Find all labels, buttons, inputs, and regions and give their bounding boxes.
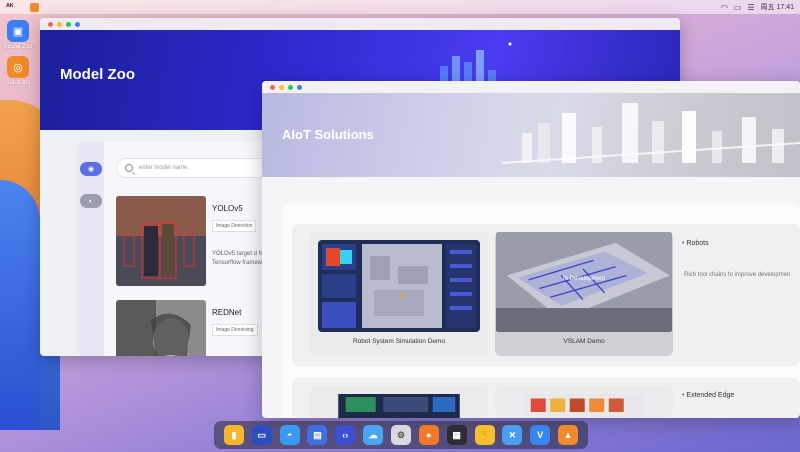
- solution-caption: VSLAM Demo: [563, 338, 605, 345]
- solution-group-description: Rich tool chains to improve developmen: [684, 272, 791, 278]
- close-button[interactable]: [48, 21, 53, 27]
- page-title: AIoT Solutions: [282, 127, 374, 142]
- desktop-icon-model-zoo[interactable]: ▣ Model Zoo: [4, 20, 32, 50]
- calculator-icon[interactable]: ▦: [446, 425, 467, 445]
- bulb-icon[interactable]: ●: [418, 425, 439, 445]
- solution-group-extended-edge: Extended Edge: [292, 378, 800, 418]
- aiot-solutions-window: AIoT Solutions Robot System Simulation D…: [262, 81, 800, 418]
- browser-icon[interactable]: ◓: [279, 425, 300, 445]
- edge-demo-thumbnail-1: [338, 394, 460, 418]
- model-zoo-icon: ▣: [7, 20, 29, 42]
- wifi-icon[interactable]: ◠: [721, 3, 728, 12]
- close-button[interactable]: [270, 84, 275, 90]
- solution-card-vslam[interactable]: In Development VSLAM Demo: [495, 232, 673, 356]
- page-title: Model Zoo: [60, 66, 135, 83]
- model-tag: Image Detection: [212, 220, 257, 232]
- solution-card-edge-2[interactable]: [495, 386, 673, 418]
- v-app-icon[interactable]: V: [530, 425, 551, 445]
- solution-group-title: Extended Edge: [682, 392, 734, 399]
- settings-icon[interactable]: ⚙: [390, 425, 411, 445]
- aiot-titlebar[interactable]: [262, 81, 800, 93]
- maximize-button[interactable]: [288, 84, 293, 90]
- minimize-button[interactable]: [57, 21, 62, 27]
- solution-card-robot-simulation[interactable]: Robot System Simulation Demo: [310, 232, 488, 356]
- wallpaper-wave-blue: [0, 180, 40, 430]
- rednet-thumbnail: [116, 300, 206, 356]
- control-center-icon[interactable]: ☰: [747, 3, 754, 12]
- solutions-icon: ◎: [7, 56, 29, 78]
- robot-simulation-thumbnail: [318, 240, 480, 332]
- model-name: YOLOv5: [212, 204, 243, 213]
- code-icon[interactable]: ‹›: [335, 425, 356, 445]
- banner-city-graphic: [502, 93, 800, 177]
- solution-group-robots: Robot System Simulation Demo In Developm…: [292, 224, 800, 366]
- dock: ▮ ▭ ◓ ▤ ‹› ☁ ⚙ ● ▦ ✋ ✕ V ▲: [214, 421, 588, 449]
- clock[interactable]: 周五 17:41: [761, 2, 794, 12]
- active-app-icon[interactable]: [30, 2, 39, 12]
- category-all-icon[interactable]: ◉: [80, 162, 102, 176]
- model-tag: Image Denoising: [212, 324, 258, 336]
- solution-group-title: Robots: [682, 240, 708, 247]
- document-icon[interactable]: ▤: [307, 425, 328, 445]
- fullscreen-button[interactable]: [75, 21, 80, 27]
- category-filter-icon[interactable]: ◐: [80, 194, 102, 208]
- fullscreen-button[interactable]: [297, 84, 302, 90]
- system-logo[interactable]: ᴬᴷ: [6, 2, 24, 12]
- search-icon: [125, 164, 133, 172]
- model-name: REDNet: [212, 308, 242, 317]
- display-icon[interactable]: ▭: [251, 425, 272, 445]
- edge-demo-thumbnail-2: [523, 394, 645, 418]
- minimize-button[interactable]: [279, 84, 284, 90]
- menu-bar: ᴬᴷ ◠ ▭ ☰ 周五 17:41: [0, 0, 800, 14]
- aiot-banner: AIoT Solutions: [262, 93, 800, 177]
- cloud-icon[interactable]: ☁: [363, 425, 384, 445]
- hand-icon[interactable]: ✋: [474, 425, 495, 445]
- solution-caption: Robot System Simulation Demo: [352, 338, 446, 345]
- in-development-badge: In Development: [562, 276, 606, 283]
- solutions-icon[interactable]: ▲: [558, 425, 579, 445]
- model-zoo-titlebar[interactable]: [40, 18, 680, 30]
- battery-icon[interactable]: ▭: [734, 3, 742, 12]
- files-icon[interactable]: ▮: [223, 425, 244, 445]
- maximize-button[interactable]: [66, 21, 71, 27]
- solution-card-edge-1[interactable]: [310, 386, 488, 418]
- desktop-icon-label: Model Zoo: [4, 44, 33, 50]
- desktop-icon-solutions[interactable]: ◎ Solutions: [4, 56, 32, 86]
- search-placeholder: enter model name: [139, 165, 188, 171]
- model-category-rail: ◉ ◐: [78, 142, 104, 356]
- tools-icon[interactable]: ✕: [502, 425, 523, 445]
- yolov5-thumbnail: [116, 196, 206, 286]
- desktop-icon-label: Solutions: [5, 80, 31, 86]
